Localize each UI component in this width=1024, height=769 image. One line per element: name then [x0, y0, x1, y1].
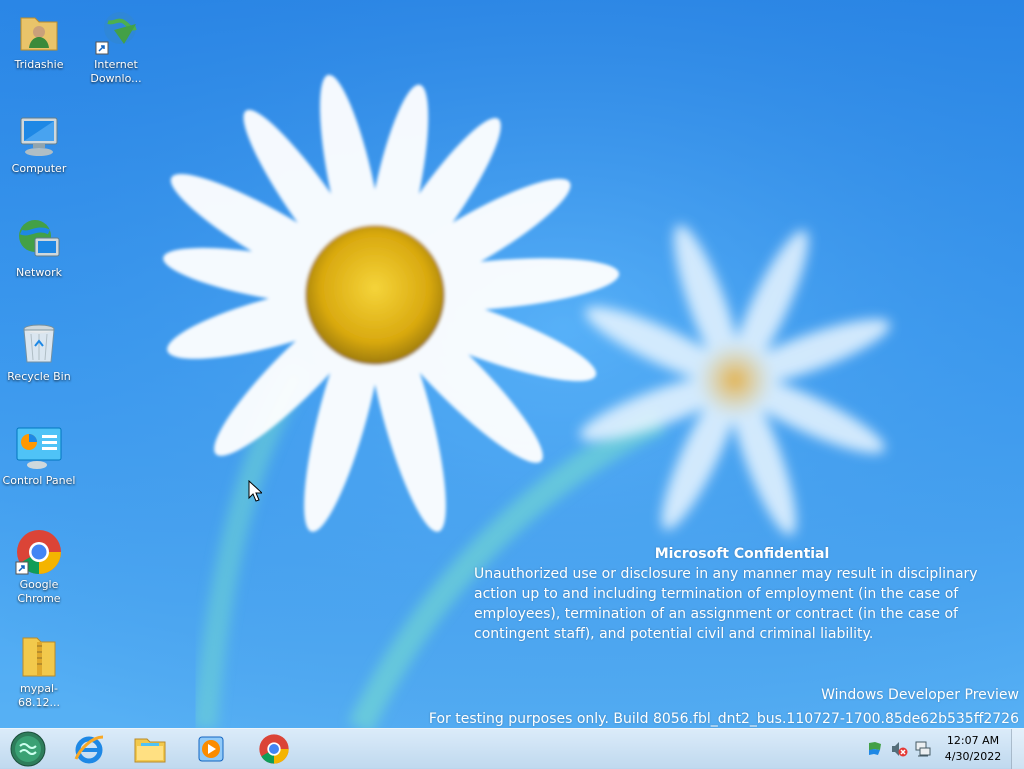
- confidential-notice: Unauthorized use or disclosure in any ma…: [474, 566, 978, 642]
- tray-volume[interactable]: [888, 729, 910, 769]
- desktop-icon-google-chrome[interactable]: Google Chrome: [1, 528, 77, 606]
- file-explorer-icon: [134, 738, 166, 763]
- show-desktop-button[interactable]: [1011, 729, 1024, 769]
- desktop-icon-control-panel[interactable]: Control Panel: [1, 424, 77, 488]
- idm-globe-shortcut-icon: [95, 12, 137, 55]
- clock-date: 4/30/2022: [944, 750, 1002, 763]
- chrome-shortcut-icon: [15, 530, 61, 575]
- desktop-icon-tridashie[interactable]: Tridashie: [1, 8, 77, 72]
- desktop-icon-label: Google Chrome: [17, 578, 61, 605]
- user-folder-icon: [20, 17, 58, 51]
- desktop-icon-label: Recycle Bin: [7, 370, 71, 383]
- network-icon: [19, 220, 60, 257]
- chrome-icon: [259, 734, 289, 764]
- tray-action-center[interactable]: [864, 729, 886, 769]
- desktop-icon-label: Internet Downlo...: [90, 58, 142, 85]
- desktop-icon-mypal[interactable]: mypal-68.12...: [1, 632, 77, 710]
- computer-icon: [20, 117, 58, 156]
- taskbar-media-player[interactable]: [183, 731, 239, 767]
- network-status-icon: [915, 741, 931, 757]
- taskbar-file-explorer[interactable]: [122, 731, 178, 767]
- control-panel-icon: [16, 427, 62, 469]
- internet-explorer-icon: [74, 735, 104, 764]
- taskbar-internet-explorer[interactable]: [61, 731, 117, 767]
- clock-time: 12:07 AM: [946, 734, 1000, 747]
- start-orb-icon: [10, 731, 46, 767]
- start-button[interactable]: [0, 731, 56, 767]
- desktop-icon-computer[interactable]: Computer: [1, 112, 77, 176]
- desktop-icon-label: mypal-68.12...: [18, 682, 60, 709]
- taskbar-chrome[interactable]: [246, 731, 302, 767]
- recycle-bin-icon: [23, 324, 55, 363]
- desktop-icon-network[interactable]: Network: [1, 216, 77, 280]
- desktop-icon-internet-download[interactable]: Internet Downlo...: [78, 8, 154, 86]
- media-player-icon: [198, 736, 224, 762]
- desktop-icon-label: Network: [16, 266, 62, 279]
- action-center-flag-icon: [869, 742, 881, 755]
- mouse-cursor-icon: [248, 480, 262, 502]
- build-info: For testing purposes only. Build 8056.fb…: [428, 711, 1019, 727]
- zip-folder-icon: [22, 637, 56, 677]
- volume-muted-icon: [892, 742, 908, 757]
- build-name: Windows Developer Preview: [821, 687, 1019, 703]
- confidential-title: Microsoft Confidential: [654, 546, 830, 562]
- desktop-icon-recycle-bin[interactable]: Recycle Bin: [1, 320, 77, 384]
- tray-network[interactable]: [912, 729, 934, 769]
- taskbar-clock[interactable]: 12:07 AM 4/30/2022: [940, 733, 1006, 765]
- taskbar: 12:07 AM 4/30/2022: [0, 728, 1024, 769]
- desktop-icon-label: Computer: [11, 162, 67, 175]
- desktop-icon-label: Tridashie: [14, 58, 64, 71]
- desktop-icon-label: Control Panel: [2, 474, 76, 487]
